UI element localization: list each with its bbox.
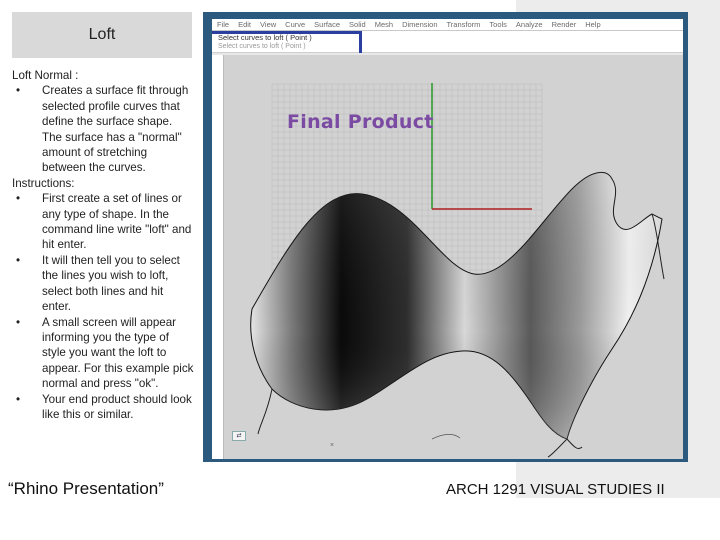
viewport-swap-icon[interactable]: ⇄	[232, 431, 246, 441]
bullet-text: It will then tell you to select the line…	[42, 253, 180, 314]
bullet-text: A small screen will appear informing you…	[42, 315, 194, 391]
rhino-window: File Edit View Curve Surface Solid Mesh …	[212, 19, 683, 459]
bullet-marker: •	[16, 84, 21, 98]
notes-heading: Loft Normal :	[12, 69, 79, 82]
bullet-marker: •	[16, 192, 21, 206]
list-item: • A small screen will appear informing y…	[12, 315, 194, 392]
slide-notes: Loft Normal : • Creates a surface fit th…	[12, 68, 194, 422]
bullet-text: Creates a surface fit through selected p…	[42, 84, 189, 175]
bullet-text: Your end product should look like this o…	[42, 392, 192, 421]
bullet-marker: •	[16, 392, 21, 406]
bullet-marker: •	[16, 253, 21, 267]
profile-curve	[257, 388, 273, 435]
origin-marker: ×	[330, 442, 334, 449]
final-product-label: Final Product	[287, 111, 434, 133]
footer-course-title: ARCH 1291 VISUAL STUDIES II	[446, 481, 665, 498]
slide-title: Loft	[12, 12, 192, 58]
loft-surface-shade	[250, 172, 662, 439]
instructions-label: Instructions:	[12, 176, 75, 190]
loft-surface-render: /* grid drawn below */ ×	[250, 83, 665, 458]
list-item: • Creates a surface fit through selected…	[12, 83, 194, 175]
profile-curve	[431, 433, 461, 440]
profile-curve	[547, 438, 583, 458]
bullet-marker: •	[16, 315, 21, 329]
list-item: • Your end product should look like this…	[12, 392, 194, 423]
bullet-text: First create a set of lines or any type …	[42, 192, 192, 252]
list-item: • It will then tell you to select the li…	[12, 253, 194, 315]
rhino-screenshot: File Edit View Curve Surface Solid Mesh …	[203, 12, 688, 462]
footer-presentation-title: “Rhino Presentation”	[8, 479, 164, 498]
list-item: • First create a set of lines or any typ…	[12, 191, 194, 253]
